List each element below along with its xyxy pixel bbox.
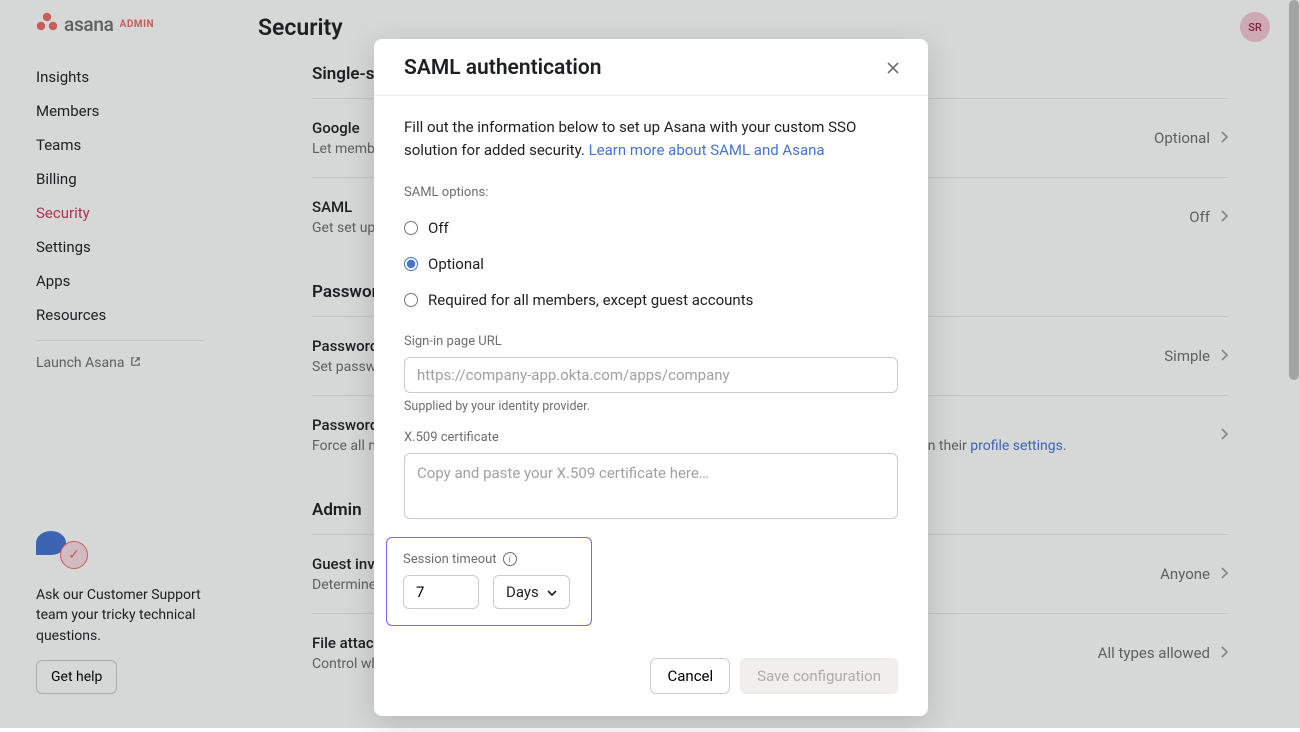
saml-option-off[interactable]: Off <box>404 210 898 246</box>
session-timeout-value[interactable] <box>403 575 479 609</box>
close-icon[interactable] <box>880 55 906 81</box>
cancel-button[interactable]: Cancel <box>650 658 730 694</box>
session-timeout-highlight: Session timeout i Days <box>386 537 592 626</box>
save-configuration-button[interactable]: Save configuration <box>740 658 898 694</box>
signin-url-input[interactable] <box>404 357 898 393</box>
session-timeout-unit-select[interactable]: Days <box>493 575 570 609</box>
chevron-down-icon <box>547 583 557 601</box>
modal-title: SAML authentication <box>404 56 601 80</box>
radio-off[interactable] <box>404 221 418 235</box>
modal-intro: Fill out the information below to set up… <box>404 116 898 163</box>
info-icon[interactable]: i <box>503 552 517 566</box>
signin-url-label: Sign-in page URL <box>404 334 898 349</box>
saml-option-optional[interactable]: Optional <box>404 246 898 282</box>
signin-url-help: Supplied by your identity provider. <box>404 399 898 414</box>
cert-textarea[interactable] <box>404 453 898 519</box>
radio-optional[interactable] <box>404 257 418 271</box>
saml-option-required[interactable]: Required for all members, except guest a… <box>404 282 898 318</box>
learn-more-link[interactable]: Learn more about SAML and Asana <box>589 141 825 159</box>
saml-auth-modal: SAML authentication Fill out the informa… <box>374 39 928 716</box>
saml-options-label: SAML options: <box>404 185 898 200</box>
radio-required[interactable] <box>404 293 418 307</box>
session-timeout-label: Session timeout <box>403 552 497 567</box>
cert-label: X.509 certificate <box>404 430 898 445</box>
